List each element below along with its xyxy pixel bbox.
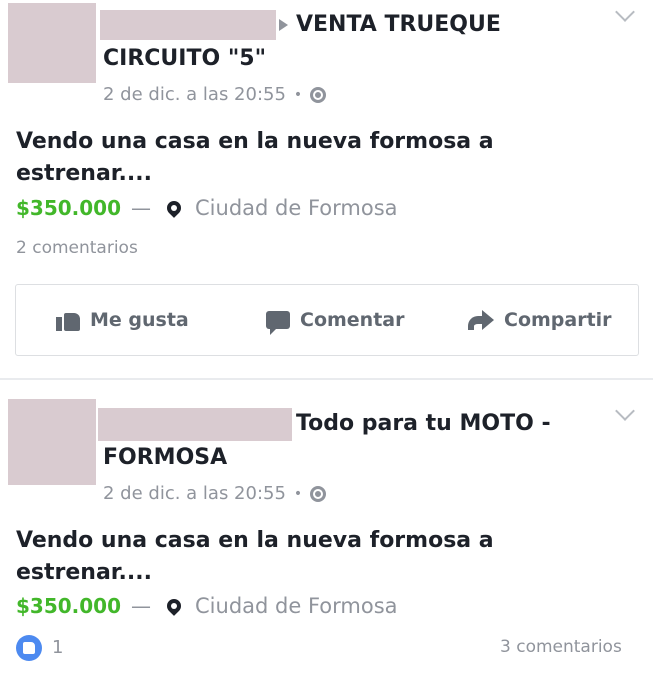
post-meta: 2 de dic. a las 20:55 • <box>103 483 327 504</box>
likes-count[interactable]: 1 <box>52 637 63 658</box>
post-2: Todo para tu MOTO - FORMOSA 2 de dic. a … <box>0 0 653 675</box>
price-dash: — <box>131 594 152 618</box>
comments-count[interactable]: 3 comentarios <box>500 637 622 657</box>
chevron-down-icon[interactable] <box>615 401 635 421</box>
avatar-redacted[interactable] <box>8 399 96 485</box>
timestamp[interactable]: 2 de dic. a las 20:55 <box>103 483 286 504</box>
author-name-redacted[interactable] <box>98 408 292 441</box>
price-location-line: $350.000 — Ciudad de Formosa <box>16 594 398 618</box>
location-pin-icon <box>164 596 184 616</box>
group-name-line2[interactable]: FORMOSA <box>103 441 227 474</box>
location[interactable]: Ciudad de Formosa <box>195 594 398 618</box>
globe-icon <box>310 485 327 502</box>
meta-separator: • <box>293 485 303 502</box>
post-title[interactable]: Vendo una casa en la nueva formosa a est… <box>16 525 576 589</box>
group-name-line1[interactable]: Todo para tu MOTO - <box>296 407 551 440</box>
price: $350.000 <box>16 594 122 618</box>
like-reaction-icon[interactable] <box>16 635 42 661</box>
